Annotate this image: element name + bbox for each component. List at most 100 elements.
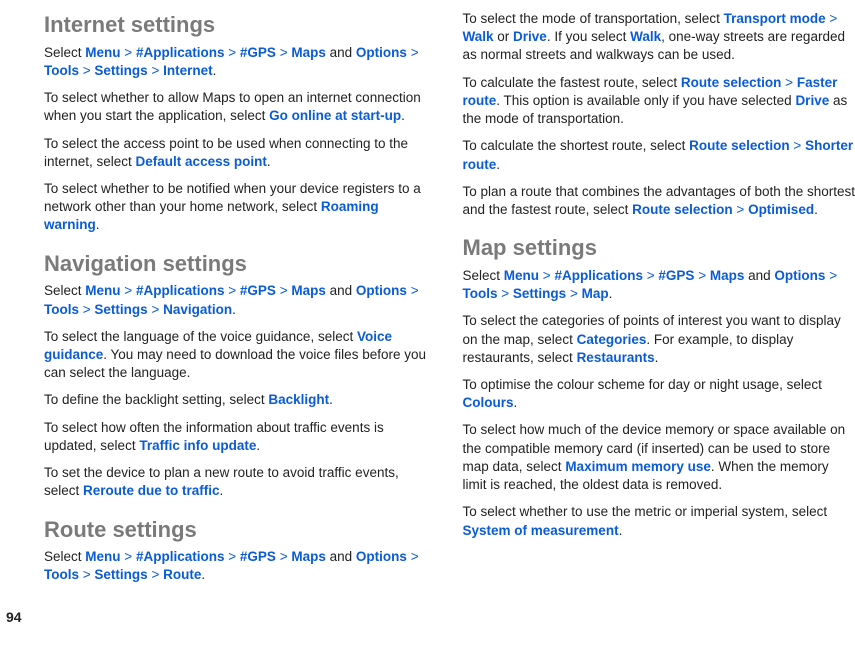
menu-link[interactable]: Menu [85, 549, 120, 564]
t: To calculate the shortest route, select [463, 138, 690, 153]
t: . [220, 483, 224, 498]
settings-link[interactable]: Settings [94, 302, 147, 317]
sep: > [151, 63, 159, 78]
menu-link[interactable]: Menu [85, 283, 120, 298]
heading-internet-settings: Internet settings [44, 10, 437, 40]
go-online-link[interactable]: Go online at start-up [269, 108, 401, 123]
options-link[interactable]: Options [356, 283, 407, 298]
maps-link[interactable]: Maps [291, 45, 326, 60]
sep: > [228, 283, 236, 298]
sep: > [151, 302, 159, 317]
drive-link[interactable]: Drive [795, 93, 829, 108]
settings-link[interactable]: Settings [94, 567, 147, 582]
restaurants-link[interactable]: Restaurants [577, 350, 655, 365]
t: . [232, 302, 236, 317]
options-link[interactable]: Options [356, 549, 407, 564]
options-link[interactable]: Options [774, 268, 825, 283]
tools-link[interactable]: Tools [463, 286, 498, 301]
sep: > [543, 268, 551, 283]
t: To select the mode of transportation, se… [463, 11, 724, 26]
applications-link[interactable]: #Applications [136, 45, 225, 60]
navigation-voice: To select the language of the voice guid… [44, 328, 437, 383]
maps-link[interactable]: Maps [291, 549, 326, 564]
t: . [201, 567, 205, 582]
traffic-info-update-link[interactable]: Traffic info update [139, 438, 256, 453]
walk-link[interactable]: Walk [463, 29, 494, 44]
t: or [494, 29, 514, 44]
map-link[interactable]: Map [582, 286, 609, 301]
max-memory-link[interactable]: Maximum memory use [565, 459, 711, 474]
tools-link[interactable]: Tools [44, 63, 79, 78]
tools-link[interactable]: Tools [44, 302, 79, 317]
map-categories: To select the categories of points of in… [463, 312, 855, 367]
heading-navigation-settings: Navigation settings [44, 249, 437, 279]
navigation-traffic-update: To select how often the information abou… [44, 419, 437, 455]
sep: > [829, 11, 837, 26]
gps-link[interactable]: #GPS [240, 549, 276, 564]
tools-link[interactable]: Tools [44, 567, 79, 582]
walk-link[interactable]: Walk [630, 29, 661, 44]
sep: > [411, 283, 419, 298]
sep: > [736, 202, 744, 217]
route-selection-link[interactable]: Route selection [681, 75, 782, 90]
sep: > [829, 268, 837, 283]
applications-link[interactable]: #Applications [554, 268, 643, 283]
heading-map-settings: Map settings [463, 233, 855, 263]
categories-link[interactable]: Categories [577, 332, 647, 347]
gps-link[interactable]: #GPS [658, 268, 694, 283]
settings-link[interactable]: Settings [94, 63, 147, 78]
gps-link[interactable]: #GPS [240, 45, 276, 60]
settings-link[interactable]: Settings [513, 286, 566, 301]
reroute-traffic-link[interactable]: Reroute due to traffic [83, 483, 220, 498]
route-selection-link[interactable]: Route selection [632, 202, 733, 217]
internet-access-point: To select the access point to be used wh… [44, 135, 437, 171]
navigation-path: Select Menu > #Applications > #GPS > Map… [44, 282, 437, 318]
navigation-reroute: To set the device to plan a new route to… [44, 464, 437, 500]
internet-go-online: To select whether to allow Maps to open … [44, 89, 437, 125]
t: . [655, 350, 659, 365]
sep: > [785, 75, 793, 90]
drive-link[interactable]: Drive [513, 29, 547, 44]
sep: > [83, 567, 91, 582]
optimised-link[interactable]: Optimised [748, 202, 814, 217]
t: and [330, 283, 353, 298]
map-measurement: To select whether to use the metric or i… [463, 503, 855, 539]
route-selection-link[interactable]: Route selection [689, 138, 790, 153]
sep: > [647, 268, 655, 283]
system-measurement-link[interactable]: System of measurement [463, 523, 619, 538]
t: . [96, 217, 100, 232]
applications-link[interactable]: #Applications [136, 549, 225, 564]
t: . [213, 63, 217, 78]
t: . [329, 392, 333, 407]
maps-link[interactable]: Maps [710, 268, 745, 283]
t: To select whether to use the metric or i… [463, 504, 828, 519]
sep: > [793, 138, 801, 153]
t: . [514, 395, 518, 410]
t: To select the language of the voice guid… [44, 329, 357, 344]
internet-link[interactable]: Internet [163, 63, 213, 78]
menu-link[interactable]: Menu [85, 45, 120, 60]
maps-link[interactable]: Maps [291, 283, 326, 298]
transport-mode-link[interactable]: Transport mode [724, 11, 826, 26]
t: . [814, 202, 818, 217]
t: and [330, 45, 353, 60]
heading-route-settings: Route settings [44, 515, 437, 545]
t: . [496, 157, 500, 172]
t: . [256, 438, 260, 453]
t: Select [463, 268, 504, 283]
map-memory: To select how much of the device memory … [463, 421, 855, 494]
page-number: 94 [6, 608, 22, 627]
sep: > [124, 549, 132, 564]
default-access-point-link[interactable]: Default access point [136, 154, 267, 169]
route-optimised: To plan a route that combines the advant… [463, 183, 855, 219]
options-link[interactable]: Options [356, 45, 407, 60]
route-link[interactable]: Route [163, 567, 201, 582]
colours-link[interactable]: Colours [463, 395, 514, 410]
backlight-link[interactable]: Backlight [268, 392, 329, 407]
navigation-link[interactable]: Navigation [163, 302, 232, 317]
route-shorter: To calculate the shortest route, select … [463, 137, 855, 173]
gps-link[interactable]: #GPS [240, 283, 276, 298]
applications-link[interactable]: #Applications [136, 283, 225, 298]
menu-link[interactable]: Menu [504, 268, 539, 283]
sep: > [698, 268, 706, 283]
